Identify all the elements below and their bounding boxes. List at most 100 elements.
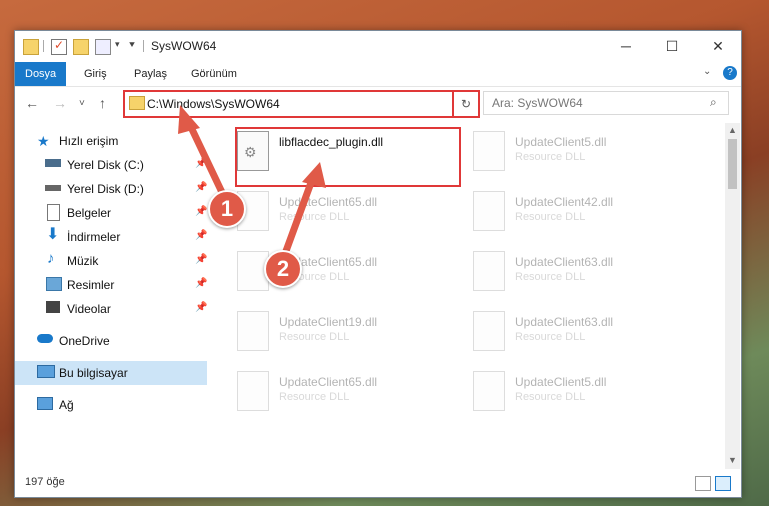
pin-icon: 📌 [195,302,208,313]
refresh-icon: ↻ [460,97,472,111]
scroll-down-icon[interactable]: ▼ [728,455,737,465]
sidebar-item-local-disk-d[interactable]: Yerel Disk (D:) 📌 [15,177,207,201]
ribbon: Dosya Giriş Paylaş Görünüm ⌄ ? [15,62,741,87]
item-count: 197 öğe [25,476,65,488]
file-description: Resource DLL [515,211,586,223]
sidebar-item-downloads[interactable]: ⬇ İndirmeler 📌 [15,225,207,249]
sidebar-item-this-pc[interactable]: Bu bilgisayar [15,361,207,385]
refresh-button[interactable]: ↻ [452,90,480,118]
dll-file-icon [473,371,505,411]
search-input[interactable]: Ara: SysWOW64 ⌕ [483,91,729,115]
file-item[interactable]: UpdateClient19.dll Resource DLL [237,307,467,363]
sidebar-item-label: OneDrive [59,334,110,348]
pin-icon: 📌 [195,206,208,217]
dll-file-icon [473,251,505,291]
step-badge-1: 1 [208,190,246,228]
file-item[interactable]: UpdateClient65.dll Resource DLL [237,187,467,243]
folder-icon [23,39,39,55]
sidebar-item-documents[interactable]: Belgeler 📌 [15,201,207,225]
file-name: UpdateClient65.dll [279,195,378,209]
large-icons-view-icon[interactable] [715,476,731,491]
details-view-icon[interactable] [695,476,711,491]
tab-giris[interactable]: Giriş [84,62,107,86]
help-icon[interactable]: ? [723,66,737,80]
download-icon: ⬇ [46,226,60,243]
cloud-icon [37,334,53,343]
navigation-pane: ★ Hızlı erişim Yerel Disk (C:) 📌 Yerel D… [15,123,207,469]
quick-access-toolbar-icon[interactable]: ⯆ [128,40,136,51]
file-item[interactable]: UpdateClient65.dll Resource DLL [237,367,467,423]
sidebar-item-label: Müzik [67,254,99,268]
dll-file-icon [473,311,505,351]
sidebar-item-onedrive[interactable]: OneDrive [15,329,207,353]
vertical-scrollbar[interactable]: ▲ ▼ [725,123,740,469]
file-description: Resource DLL [515,151,586,163]
explorer-window: ✓ ▾ ⯆ SysWOW64 ─ ☐ ✕ Dosya Giriş Paylaş … [14,30,742,498]
search-placeholder: Ara: SysWOW64 [492,96,583,110]
file-item[interactable]: UpdateClient63.dll Resource DLL [473,307,703,363]
music-icon: ♪ [47,250,55,267]
pin-icon: 📌 [195,158,208,169]
forward-icon[interactable]: → [53,95,67,111]
file-description: Resource DLL [515,271,586,283]
status-bar: 197 öğe [15,471,741,495]
sidebar-item-label: Yerel Disk (C:) [67,158,144,172]
recent-locations-icon[interactable]: ˅ [79,98,85,109]
file-item[interactable]: UpdateClient5.dll Resource DLL [473,127,703,183]
pictures-icon [46,277,62,291]
pin-icon: 📌 [195,230,208,241]
chevron-down-icon[interactable]: ▾ [115,39,120,50]
divider [43,40,44,52]
file-name: UpdateClient5.dll [515,135,607,149]
file-name: UpdateClient42.dll [515,195,614,209]
sidebar-item-quick-access[interactable]: ★ Hızlı erişim [15,129,207,153]
file-description: Resource DLL [279,211,350,223]
close-button[interactable]: ✕ [695,31,741,62]
computer-icon [37,365,55,378]
sidebar-item-label: Ağ [59,398,74,412]
tab-gorunum[interactable]: Görünüm [191,62,237,86]
file-description: Resource DLL [279,391,350,403]
dll-file-icon [237,311,269,351]
sidebar-item-label: İndirmeler [67,230,121,244]
dll-file-icon [473,131,505,171]
sidebar-item-music[interactable]: ♪ Müzik 📌 [15,249,207,273]
address-bar[interactable]: C:\Windows\SysWOW64 ⌄ [123,90,475,118]
file-name: UpdateClient65.dll [279,375,378,389]
file-item[interactable]: UpdateClient5.dll Resource DLL [473,367,703,423]
properties-icon[interactable]: ✓ [51,38,67,55]
expand-ribbon-icon[interactable]: ⌄ [703,66,711,77]
star-icon: ★ [37,133,50,149]
up-icon[interactable]: ↑ [99,95,106,111]
pin-icon: 📌 [195,182,208,193]
navigation-bar: ← → ˅ ↑ C:\Windows\SysWOW64 ⌄ ↻ Ara: Sys… [15,87,741,119]
sidebar-item-label: Bu bilgisayar [59,366,128,380]
highlight-box-file [235,127,461,187]
drive-icon [45,159,61,167]
maximize-button[interactable]: ☐ [649,31,695,62]
sidebar-item-label: Yerel Disk (D:) [67,182,144,196]
sidebar-item-label: Resimler [67,278,115,292]
file-name: UpdateClient63.dll [515,255,614,269]
title-bar: ✓ ▾ ⯆ SysWOW64 ─ ☐ ✕ [15,31,741,62]
sidebar-item-pictures[interactable]: Resimler 📌 [15,273,207,297]
tab-paylas[interactable]: Paylaş [134,62,167,86]
file-item[interactable]: UpdateClient63.dll Resource DLL [473,247,703,303]
file-item[interactable]: UpdateClient42.dll Resource DLL [473,187,703,243]
back-icon[interactable]: ← [25,95,39,111]
scroll-up-icon[interactable]: ▲ [728,125,737,135]
sidebar-item-videos[interactable]: Videolar 📌 [15,297,207,321]
sidebar-item-local-disk-c[interactable]: Yerel Disk (C:) 📌 [15,153,207,177]
address-path: C:\Windows\SysWOW64 [147,97,280,111]
drive-icon [45,185,61,191]
network-icon [37,397,53,410]
new-folder-icon[interactable] [73,39,89,55]
file-description: Resource DLL [515,391,586,403]
scrollbar-thumb[interactable] [728,139,737,189]
customize-icon[interactable] [95,39,111,55]
file-name: UpdateClient5.dll [515,375,607,389]
tab-dosya[interactable]: Dosya [15,62,67,86]
sidebar-item-network[interactable]: Ağ [15,393,207,417]
documents-icon [47,204,60,221]
minimize-button[interactable]: ─ [603,31,649,62]
